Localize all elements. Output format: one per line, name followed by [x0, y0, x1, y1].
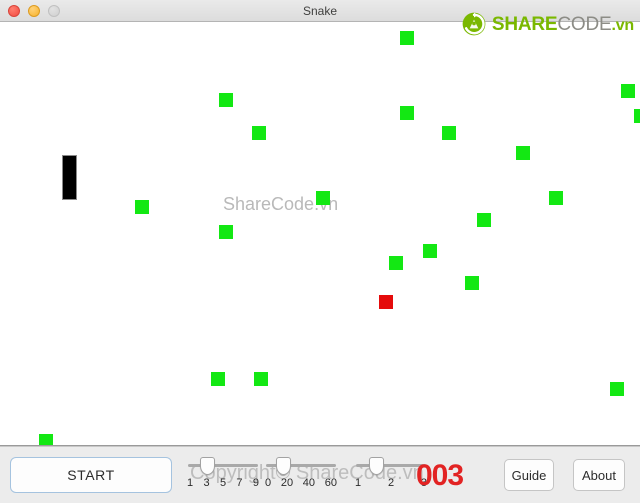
- size-tick-label: 40: [302, 477, 316, 489]
- food-cell: [400, 31, 414, 45]
- speed-tick-label: 1: [187, 477, 194, 489]
- food-cell: [621, 84, 635, 98]
- sharecode-logo-text: SHARECODE.vn: [492, 15, 634, 34]
- size-tick-label: 20: [280, 477, 294, 489]
- speed-tick-label: 9: [252, 477, 259, 489]
- food-cell: [316, 191, 330, 205]
- food-cell: [610, 382, 624, 396]
- speed-slider-ticks: 13579: [186, 477, 260, 489]
- logo-code-text: CODE: [557, 13, 612, 35]
- food-cell: [442, 126, 456, 140]
- snake-app-window: Snake SHARECODE.vn ShareCode.vn Copyrigh…: [0, 0, 640, 503]
- food-cell: [477, 213, 491, 227]
- game-canvas[interactable]: ShareCode.vn: [0, 22, 640, 446]
- food-cell: [219, 225, 233, 239]
- window-controls: [8, 4, 60, 17]
- speed-tick-label: 7: [236, 477, 243, 489]
- food-cell: [423, 244, 437, 258]
- speed-slider[interactable]: 13579: [186, 455, 260, 495]
- level-tick-label: 1: [355, 477, 362, 489]
- speed-tick-label: 3: [203, 477, 210, 489]
- level-tick-label: 2: [387, 477, 395, 489]
- food-cell: [549, 191, 563, 205]
- size-tick-label: 60: [324, 477, 337, 489]
- speed-tick-label: 5: [219, 477, 227, 489]
- size-slider-ticks: 0 20 40 60: [264, 477, 338, 489]
- control-toolbar: Copyright© ShareCode.vn START 13579 0 20 4…: [0, 446, 640, 503]
- snake-body: [62, 155, 77, 200]
- guide-button[interactable]: Guide: [504, 459, 554, 491]
- size-slider[interactable]: 0 20 40 60: [264, 455, 338, 495]
- food-cell: [389, 256, 403, 270]
- speed-slider-track[interactable]: [188, 464, 258, 467]
- food-cell: [252, 126, 266, 140]
- size-tick-label: 0: [265, 477, 272, 489]
- start-button[interactable]: START: [10, 457, 172, 493]
- about-button[interactable]: About: [573, 459, 625, 491]
- food-cell: [634, 109, 640, 123]
- food-cell: [400, 106, 414, 120]
- apple-cell: [379, 295, 393, 309]
- level-slider-thumb[interactable]: [369, 457, 385, 475]
- logo-vn-text: .vn: [611, 16, 634, 34]
- sharecode-logo-icon: [462, 12, 486, 36]
- score-display: 003: [416, 459, 464, 492]
- food-cell: [135, 200, 149, 214]
- minimize-button[interactable]: [28, 4, 40, 17]
- speed-slider-thumb[interactable]: [199, 457, 215, 475]
- food-cell: [211, 372, 225, 386]
- zoom-button: [48, 4, 60, 17]
- close-button[interactable]: [8, 4, 20, 17]
- sharecode-logo: SHARECODE.vn: [461, 11, 634, 37]
- food-cell: [219, 93, 233, 107]
- food-cell: [465, 276, 479, 290]
- food-cell: [39, 434, 53, 445]
- size-slider-thumb[interactable]: [276, 457, 292, 475]
- food-cell: [516, 146, 530, 160]
- logo-share-text: SHARE: [491, 13, 558, 35]
- food-cell: [254, 372, 268, 386]
